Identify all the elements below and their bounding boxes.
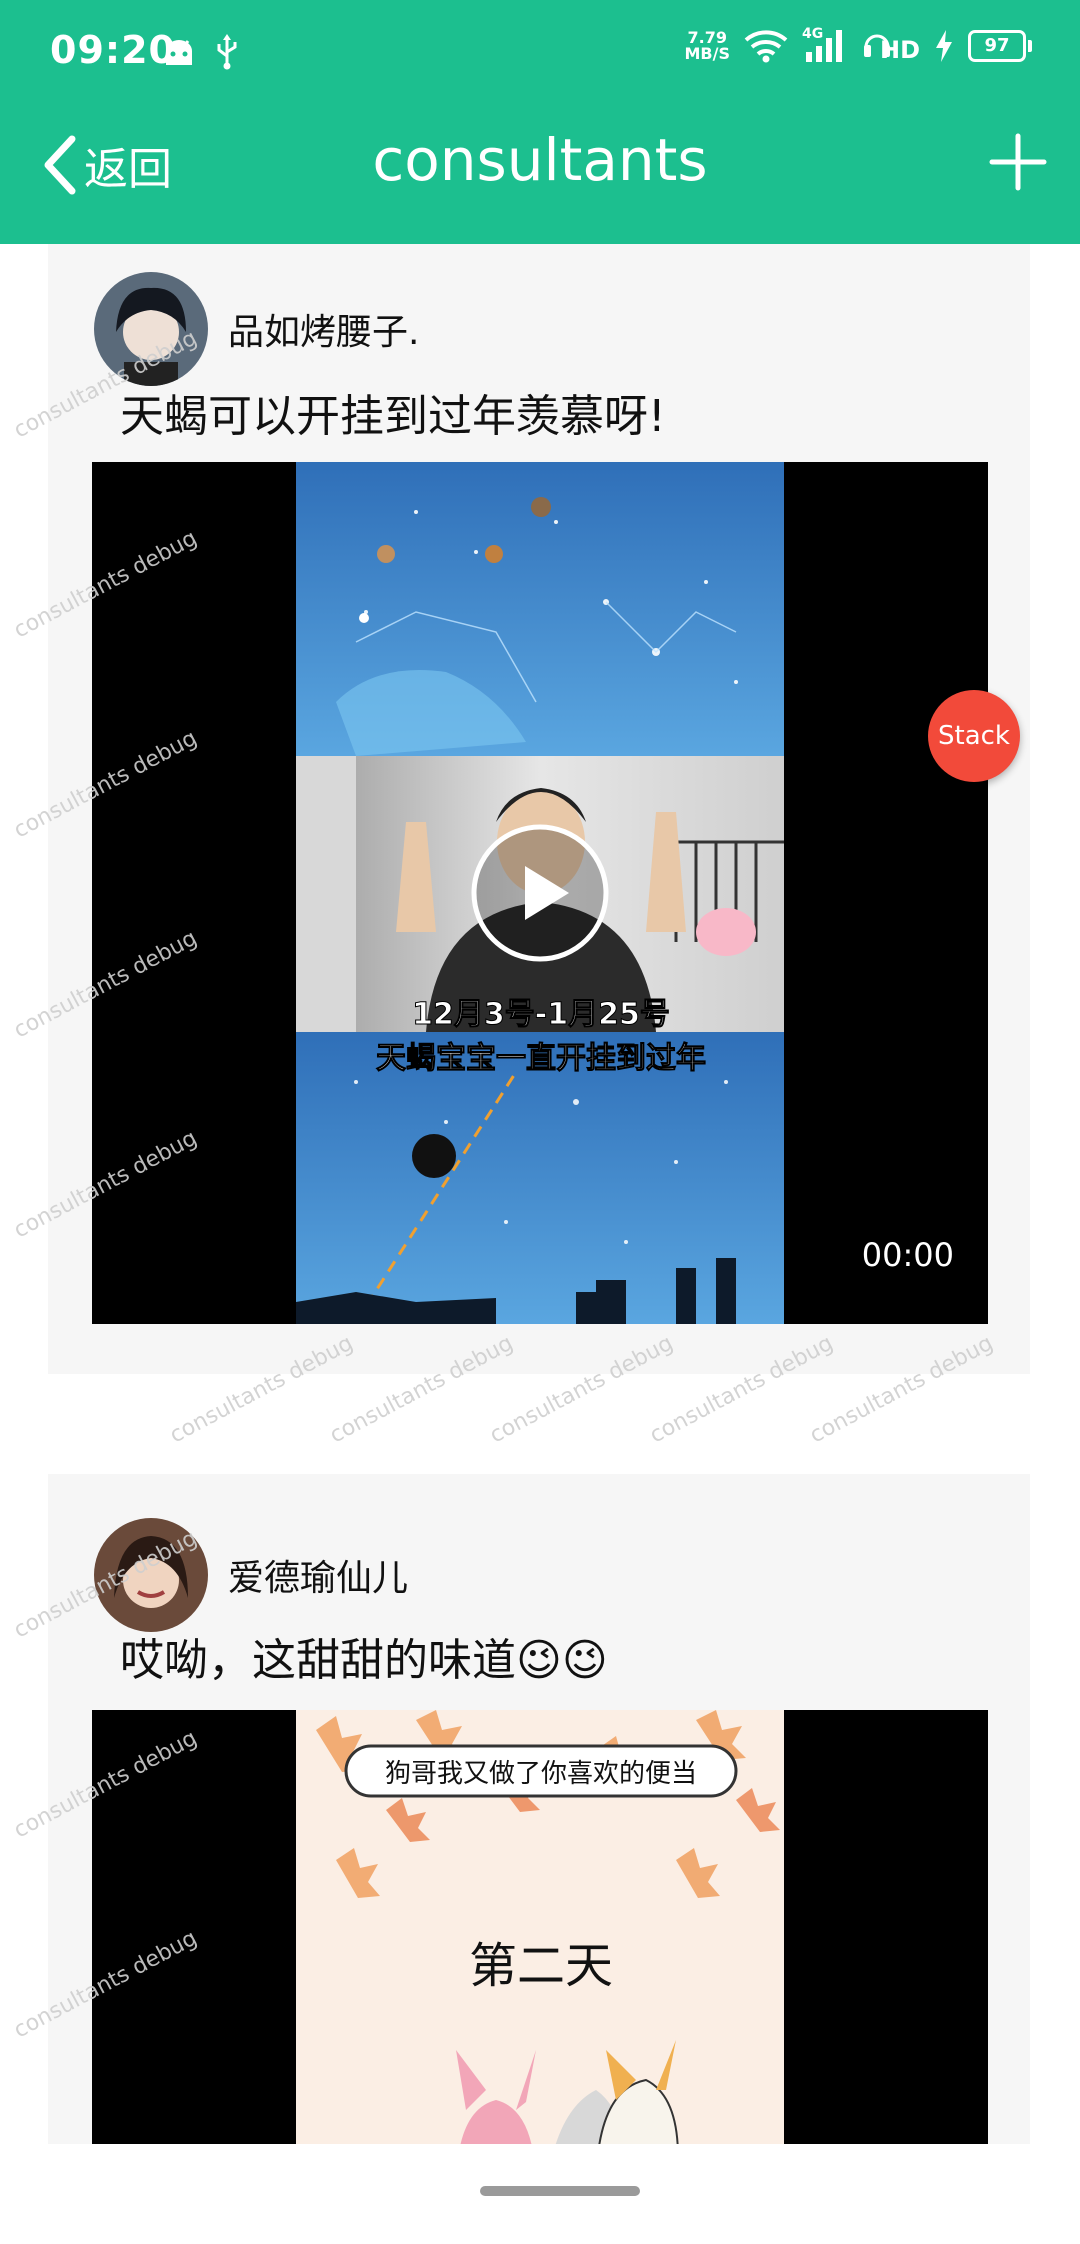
app-bar: 返回 consultants (0, 110, 1080, 244)
status-time: 09:20 (50, 28, 176, 72)
page-title: consultants (372, 126, 708, 194)
charging-icon (936, 30, 952, 62)
video-player[interactable]: 12月3号-1月25号 天蝎宝宝一直开挂到过年 00:00 (92, 462, 988, 1324)
usb-icon (217, 34, 237, 70)
post-feed[interactable]: 品如烤腰子. 天蝎可以开挂到过年羡慕呀! 12月3号-1月25号 天蝎宝宝一直开… (0, 244, 1080, 2144)
post-text: 哎呦，这甜甜的味道😉😉 (120, 1635, 608, 1686)
wifi-icon (744, 30, 788, 63)
video-center-text: 第二天 (469, 1938, 613, 1994)
post-text: 天蝎可以开挂到过年羡慕呀! (120, 391, 666, 442)
network-speed: 7.79 MB/S (684, 28, 730, 63)
stack-button[interactable]: Stack (928, 690, 1020, 782)
header: 09:20 7.79 MB/S 4G HD 97 返回 consultants (0, 0, 1080, 244)
video-bubble-text: 狗哥我又做了你喜欢的便当 (385, 1759, 697, 1789)
android-notification-icon (166, 40, 192, 65)
video-thumbnail: 狗哥我又做了你喜欢的便当 第二天 (296, 1710, 784, 2144)
add-icon[interactable] (988, 132, 1048, 192)
username: 爱德瑜仙儿 (228, 1558, 409, 1599)
video-subtitle-1: 12月3号-1月25号 (412, 997, 670, 1032)
username: 品如烤腰子. (228, 312, 420, 353)
cell-signal-icon: 4G (802, 26, 848, 64)
hd-voice-icon: HD (862, 28, 920, 64)
play-icon[interactable] (469, 822, 611, 964)
status-bar: 09:20 7.79 MB/S 4G HD 97 (0, 0, 1080, 110)
video-duration: 00:00 (861, 1236, 954, 1274)
battery-icon: 97 (968, 30, 1032, 62)
video-player[interactable]: 狗哥我又做了你喜欢的便当 第二天 (92, 1710, 988, 2144)
home-indicator[interactable] (480, 2186, 640, 2196)
post-card: 爱德瑜仙儿 哎呦，这甜甜的味道😉😉 狗哥我又做了你喜欢的便当 第二天 (48, 1474, 1030, 2144)
post-card: 品如烤腰子. 天蝎可以开挂到过年羡慕呀! 12月3号-1月25号 天蝎宝宝一直开… (48, 244, 1030, 1374)
video-subtitle-2: 天蝎宝宝一直开挂到过年 (376, 1041, 706, 1076)
